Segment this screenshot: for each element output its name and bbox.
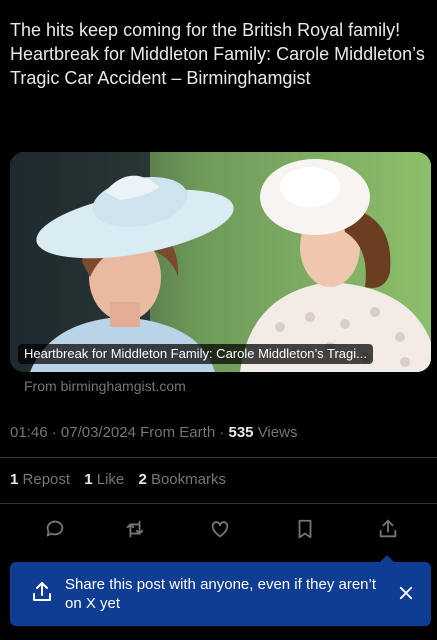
share-button[interactable]: [375, 516, 401, 542]
reply-icon: [46, 520, 64, 537]
reposts-label: Repost: [22, 471, 71, 488]
divider: [0, 457, 437, 458]
repost-icon: [126, 520, 144, 538]
bookmarks-label: Bookmarks: [150, 471, 226, 488]
toast-caret: [379, 555, 395, 563]
share-icon: [33, 582, 51, 601]
toast-message: Share this post with anyone, even if the…: [65, 576, 377, 612]
post-text: The hits keep coming for the British Roy…: [10, 20, 425, 88]
action-bar: [0, 514, 437, 544]
post-meta: 01:46 · 07/03/2024 From Earth · 535 View…: [10, 424, 297, 441]
meta-separator: ·: [215, 424, 229, 441]
meta-separator: ·: [47, 424, 61, 441]
likes-count: 1: [84, 471, 93, 488]
likes-stat[interactable]: 1 Like: [84, 471, 124, 488]
close-icon[interactable]: [397, 584, 415, 602]
divider: [0, 503, 437, 504]
share-toast[interactable]: Share this post with anyone, even if the…: [10, 555, 431, 626]
post-date[interactable]: 07/03/2024: [61, 424, 136, 441]
link-card[interactable]: Heartbreak for Middleton Family: Carole …: [10, 152, 431, 372]
repost-button[interactable]: [122, 516, 148, 542]
like-icon: [211, 521, 229, 538]
bookmarks-stat[interactable]: 2 Bookmarks: [138, 471, 226, 488]
reposts-stat[interactable]: 1 Repost: [10, 471, 70, 488]
bookmarks-count: 2: [138, 471, 147, 488]
post-time: 01:46: [10, 424, 48, 441]
link-card-caption: Heartbreak for Middleton Family: Carole …: [18, 344, 373, 364]
views-count: 535: [228, 424, 254, 441]
bookmark-icon: [298, 519, 312, 539]
reply-button[interactable]: [42, 516, 68, 542]
link-card-image: [10, 152, 431, 372]
bookmark-button[interactable]: [292, 516, 318, 542]
likes-label: Like: [96, 471, 125, 488]
link-source[interactable]: From birminghamgist.com: [24, 378, 186, 394]
share-icon: [379, 519, 397, 538]
like-button[interactable]: [207, 516, 233, 542]
post-client: From Earth: [140, 424, 216, 441]
views-label: Views: [257, 424, 298, 441]
reposts-count: 1: [10, 471, 19, 488]
post-stats: 1 Repost 1 Like 2 Bookmarks: [10, 471, 236, 488]
